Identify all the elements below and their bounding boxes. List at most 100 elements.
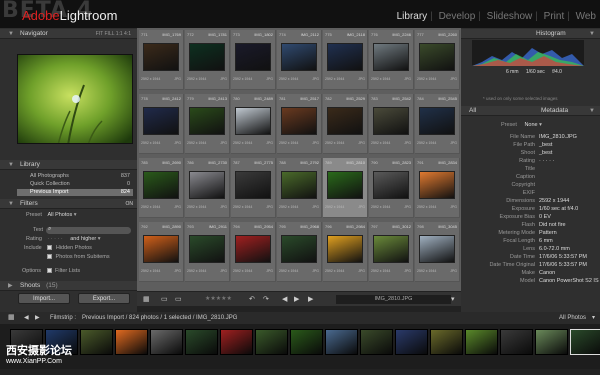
library-item-quick-collection[interactable]: Quick Collection 0 xyxy=(30,181,130,188)
photo-thumbnail[interactable] xyxy=(327,43,363,71)
module-slideshow[interactable]: Slideshow xyxy=(487,11,533,22)
photo-thumbnail[interactable] xyxy=(327,107,363,135)
module-library[interactable]: Library xyxy=(397,11,428,22)
metadata-value[interactable]: Canon xyxy=(539,270,555,276)
grid-cell[interactable]: 773 IMG_1802 2592 x 1944 JPG xyxy=(231,30,276,90)
filmstrip-thumbnail[interactable] xyxy=(360,329,393,355)
chevron-down-icon[interactable]: ▾ xyxy=(592,312,595,324)
navigator-preview[interactable] xyxy=(17,54,133,144)
filmstrip-filter-dropdown[interactable]: All Photos xyxy=(559,312,586,324)
photo-thumbnail[interactable] xyxy=(419,107,455,135)
photo-thumbnail[interactable] xyxy=(143,171,179,199)
photo-thumbnail[interactable] xyxy=(281,171,317,199)
filmstrip-thumbnail[interactable] xyxy=(500,329,533,355)
grid-cell[interactable]: 795 IMG_2968 2592 x 1944 JPG xyxy=(277,222,322,282)
import-button[interactable]: Import... xyxy=(18,293,70,304)
metadata-value[interactable]: · · · · · xyxy=(539,158,554,164)
grid-cell[interactable]: 777 IMG_2260 2592 x 1944 JPG xyxy=(415,30,460,90)
checkbox[interactable] xyxy=(47,254,52,260)
photo-thumbnail[interactable] xyxy=(281,43,317,71)
chevron-down-icon[interactable]: ▾ xyxy=(539,122,542,128)
metadata-value[interactable]: Pattern xyxy=(539,230,557,236)
photo-thumbnail[interactable] xyxy=(235,235,271,263)
photo-thumbnail[interactable] xyxy=(373,171,409,199)
collapse-triangle-icon[interactable]: ▼ xyxy=(8,160,14,170)
grid-cell[interactable]: 788 IMG_2792 2592 x 1944 JPG xyxy=(277,158,322,218)
grid-cell[interactable]: 782 IMG_2529 2592 x 1944 JPG xyxy=(323,94,368,154)
metadata-value[interactable]: 0 EV xyxy=(539,214,551,220)
navigator-zoom-options[interactable]: FIT FILL 1:1 4:1 xyxy=(96,29,131,39)
grid-cell[interactable]: 791 IMG_2834 2592 x 1944 JPG xyxy=(415,158,460,218)
metadata-value[interactable]: 1/60 sec at f/4.0 xyxy=(539,206,578,212)
grid-cell[interactable]: 774 IMG_2112 2592 x 1944 JPG xyxy=(277,30,322,90)
photo-thumbnail[interactable] xyxy=(281,235,317,263)
photo-thumbnail[interactable] xyxy=(235,107,271,135)
filmstrip-thumbnail[interactable] xyxy=(150,329,183,355)
filmstrip-thumbnail[interactable] xyxy=(80,329,113,355)
photo-thumbnail[interactable] xyxy=(419,43,455,71)
grid-cell[interactable]: 792 IMG_2890 2592 x 1944 JPG xyxy=(139,222,184,282)
photo-thumbnail[interactable] xyxy=(189,43,225,71)
photo-thumbnail[interactable] xyxy=(327,171,363,199)
grid-cell[interactable]: 779 IMG_2413 2592 x 1944 JPG xyxy=(185,94,230,154)
metadata-scope-dropdown[interactable]: All xyxy=(469,106,476,116)
metadata-value[interactable]: 17/6/06 5:33:57 PM xyxy=(539,254,587,260)
library-header[interactable]: ▼ Library xyxy=(0,160,137,170)
library-item-all-photographs[interactable]: All Photographs 837 xyxy=(30,173,130,180)
library-item-previous-import[interactable]: Previous Import 824 xyxy=(17,189,133,196)
photo-thumbnail[interactable] xyxy=(189,107,225,135)
previous-icon[interactable]: ◀ xyxy=(24,312,29,324)
metadata-value[interactable]: _best xyxy=(539,142,552,148)
filmstrip-thumbnail[interactable] xyxy=(325,329,358,355)
grid-cell[interactable]: 783 IMG_2542 2592 x 1944 JPG xyxy=(369,94,414,154)
rotate-left-icon[interactable]: ↶ xyxy=(249,295,255,303)
collapse-triangle-icon[interactable]: ▼ xyxy=(8,199,14,209)
compare-view-icon[interactable]: ▭ xyxy=(175,295,182,303)
filmstrip-thumbnail[interactable] xyxy=(535,329,568,355)
rating-stars[interactable]: ★★★★★ xyxy=(205,295,232,302)
module-web[interactable]: Web xyxy=(576,11,596,22)
collapse-triangle-icon[interactable]: ▼ xyxy=(8,29,14,39)
grid-cell[interactable]: 771 IMG_1769 2592 x 1944 JPG xyxy=(139,30,184,90)
rotate-right-icon[interactable]: ↷ xyxy=(263,295,269,303)
shoots-header[interactable]: ▶ Shoots (15) xyxy=(0,281,137,291)
photo-thumbnail[interactable] xyxy=(235,171,271,199)
export-button[interactable]: Export... xyxy=(78,293,130,304)
checkbox[interactable] xyxy=(46,268,52,274)
collapse-triangle-icon[interactable]: ▼ xyxy=(589,106,595,116)
grid-cell[interactable]: 798 IMG_3045 2592 x 1944 JPG xyxy=(415,222,460,282)
rating-stars[interactable]: · · · · · xyxy=(47,236,62,242)
grid-cell[interactable]: 775 IMG_2118 2592 x 1944 JPG xyxy=(323,30,368,90)
metadata-header[interactable]: All Metadata ▼ xyxy=(461,106,600,116)
photo-thumbnail[interactable] xyxy=(143,43,179,71)
photo-thumbnail[interactable] xyxy=(419,235,455,263)
play-icon[interactable]: ▶ xyxy=(294,295,299,303)
grid-cell[interactable]: 776 IMG_2246 2592 x 1944 JPG xyxy=(369,30,414,90)
grid-cell[interactable]: 789 IMG_2810 2592 x 1944 JPG xyxy=(323,158,368,218)
grid-cell[interactable]: 793 IMG_2911 2592 x 1944 JPG xyxy=(185,222,230,282)
previous-icon[interactable]: ◀ xyxy=(282,295,287,303)
grid-icon[interactable]: ▦ xyxy=(8,312,15,324)
filmstrip-thumbnail[interactable] xyxy=(465,329,498,355)
metadata-value[interactable]: Canon PowerShot S2 IS xyxy=(539,278,599,284)
loupe-view-icon[interactable]: ▭ xyxy=(161,295,168,303)
photo-thumbnail[interactable] xyxy=(143,107,179,135)
photo-thumbnail[interactable] xyxy=(373,43,409,71)
module-develop[interactable]: Develop xyxy=(439,11,476,22)
metadata-value[interactable]: 6 mm xyxy=(539,238,553,244)
histogram-header[interactable]: Histogram ▼ xyxy=(461,29,600,39)
filters-on-toggle[interactable]: ON xyxy=(126,199,134,209)
filmstrip-thumbnail[interactable] xyxy=(185,329,218,355)
rating-operator[interactable]: and higher xyxy=(70,236,96,242)
navigator-header[interactable]: ▼ Navigator FIT FILL 1:1 4:1 xyxy=(0,29,137,39)
module-print[interactable]: Print xyxy=(544,11,565,22)
photo-thumbnail[interactable] xyxy=(373,107,409,135)
grid-cell[interactable]: 787 IMG_2775 2592 x 1944 JPG xyxy=(231,158,276,218)
photo-thumbnail[interactable] xyxy=(281,107,317,135)
grid-view-icon[interactable]: ▦ xyxy=(143,295,150,303)
photo-thumbnail[interactable] xyxy=(327,235,363,263)
metadata-value[interactable]: 2592 x 1944 xyxy=(539,198,569,204)
chevron-down-icon[interactable]: ▾ xyxy=(74,212,77,218)
filmstrip-thumbnail[interactable] xyxy=(115,329,148,355)
filter-preset-dropdown[interactable]: All Photos xyxy=(47,212,72,218)
